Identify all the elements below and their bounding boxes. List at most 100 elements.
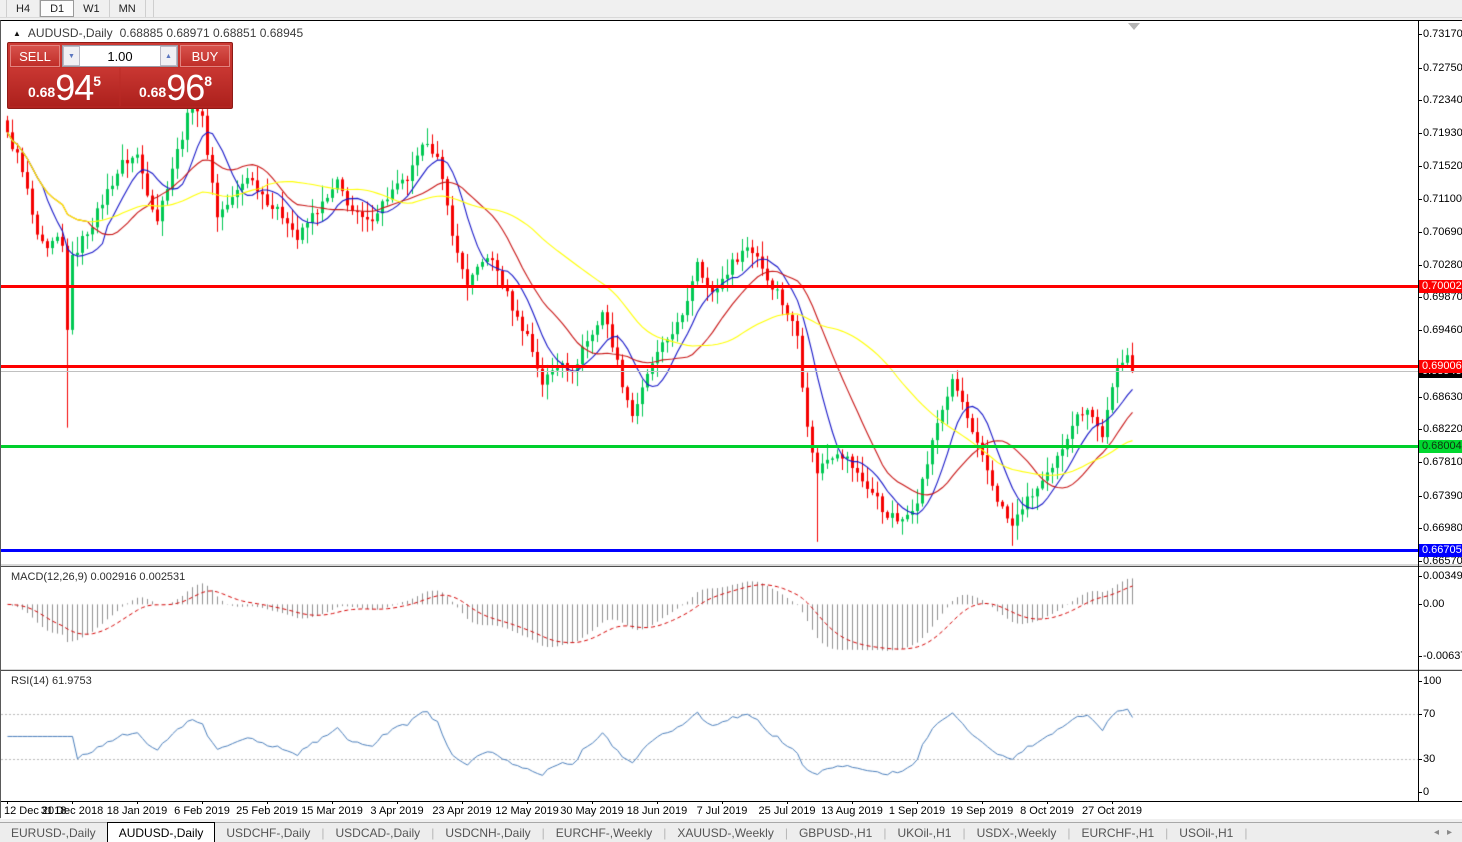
toolbar-separator [146,0,154,17]
collapse-arrow-icon[interactable]: ▲ [13,29,21,38]
price-axis-tick-mark [1418,561,1422,562]
tab-usdx-weekly[interactable]: USDX-,Weekly [966,823,1068,842]
horizontal-level-line[interactable] [1,445,1418,448]
tab-scroll-right-icon[interactable]: ▸ [1447,827,1452,838]
level-price-label: 0.69006 [1419,360,1462,373]
price-axis-tick-mark [1418,100,1422,101]
date-axis-tick-mark [592,801,593,804]
sell-button[interactable]: SELL [10,45,60,67]
price-axis-tick-mark [1418,166,1422,167]
date-axis-label: 25 Jul 2019 [759,805,816,817]
timeframe-button-mn[interactable]: MN [110,0,146,17]
tab-eurchf-weekly[interactable]: EURCHF-,Weekly [545,823,663,842]
buy-price-button[interactable]: 0.68 96 8 [121,68,230,106]
tab-eurchf-h1[interactable]: EURCHF-,H1 [1071,823,1166,842]
date-axis-label: 25 Feb 2019 [236,805,298,817]
chart-tab-bar: EURUSD-,DailyAUDUSD-,DailyUSDCHF-,Daily |… [0,822,1462,842]
price-axis-tick: 0.69460 [1423,324,1462,336]
horizontal-level-line[interactable] [1,285,1418,288]
rsi-indicator-label: RSI(14) 61.9753 [11,675,92,687]
date-axis-label: 6 Feb 2019 [174,805,230,817]
date-axis-label: 12 May 2019 [495,805,559,817]
date-axis-tick-mark [72,801,73,804]
date-axis-label: 30 May 2019 [560,805,624,817]
date-axis-tick-mark [1047,801,1048,804]
price-axis-tick-mark [1418,528,1422,529]
date-axis-label: 31 Dec 2018 [41,805,103,817]
chart-window: ▲ AUDUSD-,Daily 0.68885 0.68971 0.68851 … [0,20,1462,818]
price-axis-tick-mark [1418,133,1422,134]
date-axis-label: 3 Apr 2019 [370,805,423,817]
price-axis-tick-mark [1418,429,1422,430]
date-axis-label: 8 Oct 2019 [1020,805,1074,817]
price-axis-tick: 0.70280 [1423,259,1462,271]
rsi-indicator-canvas[interactable] [1,671,1418,801]
date-axis-label: 15 Mar 2019 [301,805,363,817]
date-axis-tick-mark [137,801,138,804]
tab-usdchf-daily[interactable]: USDCHF-,Daily [215,823,321,842]
date-axis-label: 7 Jul 2019 [697,805,748,817]
tab-xauusd-weekly[interactable]: XAUUSD-,Weekly [666,823,784,842]
date-axis-tick-mark [527,801,528,804]
pane-splitter[interactable] [1,669,1462,671]
macd-axis-tick-mark [1418,656,1422,657]
price-axis-tick: 0.71520 [1423,160,1462,172]
timeframe-button-w1[interactable]: W1 [74,0,110,17]
chart-symbol-label: AUDUSD-,Daily [28,26,113,40]
timeframe-button-h4[interactable]: H4 [6,0,40,17]
price-axis-tick: 0.71930 [1423,127,1462,139]
volume-input[interactable]: 1.00 [80,46,160,66]
tab-eurusd-daily[interactable]: EURUSD-,Daily [0,823,107,842]
rsi-axis-tick-mark [1418,681,1422,682]
rsi-axis-tick-mark [1418,759,1422,760]
tab-scroll-left-icon[interactable]: ◂ [1434,827,1439,838]
date-axis-tick-mark [657,801,658,804]
price-axis-tick-mark [1418,397,1422,398]
price-axis-tick: 0.72750 [1423,62,1462,74]
price-axis-tick-mark [1418,232,1422,233]
timeframe-button-d1[interactable]: D1 [40,0,74,17]
price-axis-tick-mark [1418,34,1422,35]
price-axis-tick: 0.66570 [1423,555,1462,567]
macd-axis-tick: 0.00349 [1423,570,1462,582]
volume-increase-button[interactable]: ▲ [160,46,177,66]
price-axis-tick: 0.70690 [1423,226,1462,238]
date-axis-tick-mark [917,801,918,804]
date-axis-tick-mark [852,801,853,804]
macd-axis-tick: 0.00 [1423,598,1444,610]
price-axis-tick-mark [1418,330,1422,331]
date-axis-tick-mark [722,801,723,804]
tab-gbpusd-h1[interactable]: GBPUSD-,H1 [788,823,883,842]
horizontal-level-line[interactable] [1,549,1418,552]
price-axis-line [1418,21,1419,801]
buy-price-big: 96 [166,71,204,105]
tab-ukoil-h1[interactable]: UKOil-,H1 [886,823,962,842]
sell-price-pipette: 5 [93,73,101,89]
level-price-label: 0.66705 [1419,544,1462,557]
buy-price-prefix: 0.68 [139,84,166,100]
date-axis-tick-mark [462,801,463,804]
sell-price-button[interactable]: 0.68 94 5 [10,68,119,106]
tab-separator: | [1244,823,1247,842]
date-axis-tick-mark [7,801,8,804]
price-axis-tick: 0.68220 [1423,423,1462,435]
tab-scroll-buttons: ◂▸ [1434,823,1462,842]
pane-splitter[interactable] [1,564,1462,567]
tab-usdcad-daily[interactable]: USDCAD-,Daily [325,823,432,842]
price-axis-tick: 0.71100 [1423,193,1462,205]
buy-button[interactable]: BUY [180,45,230,67]
price-axis-tick: 0.67810 [1423,456,1462,468]
tab-usdcnh-daily[interactable]: USDCNH-,Daily [434,823,541,842]
macd-indicator-label: MACD(12,26,9) 0.002916 0.002531 [11,571,185,583]
date-axis-label: 23 Apr 2019 [432,805,491,817]
date-axis-tick-mark [267,801,268,804]
macd-axis-tick-mark [1418,576,1422,577]
macd-indicator-canvas[interactable] [1,567,1418,669]
chart-shift-marker-icon[interactable] [1128,23,1140,30]
rsi-axis-tick: 100 [1423,675,1441,687]
tab-usoil-h1[interactable]: USOil-,H1 [1168,823,1244,842]
price-axis-tick-mark [1418,199,1422,200]
volume-decrease-button[interactable]: ▼ [63,46,80,66]
tab-audusd-daily[interactable]: AUDUSD-,Daily [107,822,216,842]
horizontal-level-line[interactable] [1,365,1418,368]
